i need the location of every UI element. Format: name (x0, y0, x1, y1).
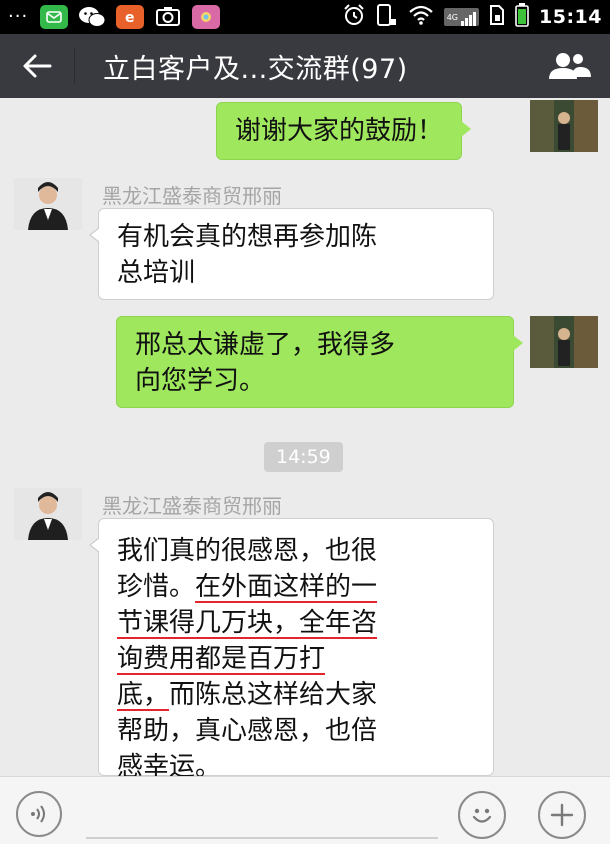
status-bar: ··· e 4G 15:14 (0, 0, 610, 34)
signal-icon: 4G (443, 8, 480, 26)
message-bubble-incoming[interactable]: 我们真的很感恩，也很 珍惜。在外面这样的一 节课得几万块，全年咨 询费用都是百万… (89, 518, 494, 776)
input-bar (0, 776, 610, 844)
red-underline-annotation: 在外面这样的一 (195, 572, 378, 602)
message-text-line: 节课得几万块，全年咨 (117, 605, 475, 641)
alarm-icon (342, 3, 366, 31)
time-separator: 14:59 (264, 442, 343, 472)
sender-avatar[interactable] (14, 178, 82, 230)
sender-avatar[interactable] (14, 488, 82, 540)
message-bubble-incoming[interactable]: 有机会真的想再参加陈 总培训 (89, 208, 494, 300)
red-underline-annotation: 底， (117, 680, 170, 710)
emoji-button[interactable] (458, 791, 506, 839)
message-list: 谢谢大家的鼓励！ 黑龙江盛泰商贸邢丽 有机会真的想再参加陈 总培训 邢总太谦虚了… (0, 98, 610, 776)
voice-input-button[interactable] (16, 791, 62, 837)
status-time: 15:14 (539, 6, 602, 28)
message-text-line: 我们真的很感恩，也很 (117, 536, 378, 566)
message-text-line: 询费用都是百万打 (117, 641, 475, 677)
network-label: 4G (446, 12, 459, 22)
nfc-icon (376, 3, 398, 31)
my-avatar[interactable] (530, 316, 598, 368)
svg-text:e: e (125, 10, 135, 25)
group-members-icon (549, 52, 591, 79)
back-button[interactable] (0, 34, 74, 98)
message-text-line: 有机会真的想再参加陈 (117, 222, 378, 252)
title-bar: 立白客户及...交流群(97) (0, 34, 610, 98)
green-app-icon (40, 5, 69, 29)
message-text-line: 感幸运。 (117, 752, 222, 776)
orange-browser-icon: e (116, 5, 145, 29)
my-avatar[interactable] (530, 100, 598, 152)
sender-name: 黑龙江盛泰商贸邢丽 (102, 494, 282, 518)
camera-icon (154, 5, 182, 29)
status-bar-right: 4G 15:14 (342, 3, 602, 31)
red-underline-annotation: 节课得几万块，全年咨 (117, 608, 378, 638)
more-dots-icon: ··· (8, 6, 29, 27)
sim-icon (489, 4, 505, 30)
chat-title: 立白客户及...交流群(97) (103, 53, 408, 85)
message-text-line: 珍惜。在外面这样的一 (117, 572, 378, 602)
status-bar-left: ··· e (8, 5, 221, 29)
message-bubble-outgoing[interactable]: 谢谢大家的鼓励！ (216, 102, 472, 160)
message-bubble-outgoing[interactable]: 邢总太谦虚了，我得多 向您学习。 (116, 316, 523, 408)
red-underline-annotation: 询费用都是百万打 (117, 644, 326, 674)
message-text-line: 总培训 (117, 258, 196, 288)
wechat-icon (78, 5, 106, 29)
message-text-line: 帮助，真心感恩，也倍 (117, 716, 378, 746)
voice-icon (31, 805, 45, 823)
back-arrow-icon (23, 54, 52, 78)
message-text-line: 邢总太谦虚了，我得多 (135, 330, 396, 360)
message-text-line: 向您学习。 (135, 366, 266, 396)
sender-name: 黑龙江盛泰商贸邢丽 (102, 184, 282, 208)
wifi-icon (408, 4, 434, 30)
group-members-button[interactable] (530, 34, 610, 98)
message-text-line: 底，而陈总这样给大家 (117, 680, 378, 710)
plus-icon (550, 803, 574, 827)
emoji-icon (472, 808, 492, 823)
battery-icon (515, 3, 529, 31)
pink-app-icon (192, 5, 221, 29)
more-functions-button[interactable] (538, 791, 586, 839)
message-input[interactable] (86, 805, 438, 839)
title-divider (74, 48, 75, 84)
message-text-line: 谢谢大家的鼓励！ (235, 116, 444, 146)
